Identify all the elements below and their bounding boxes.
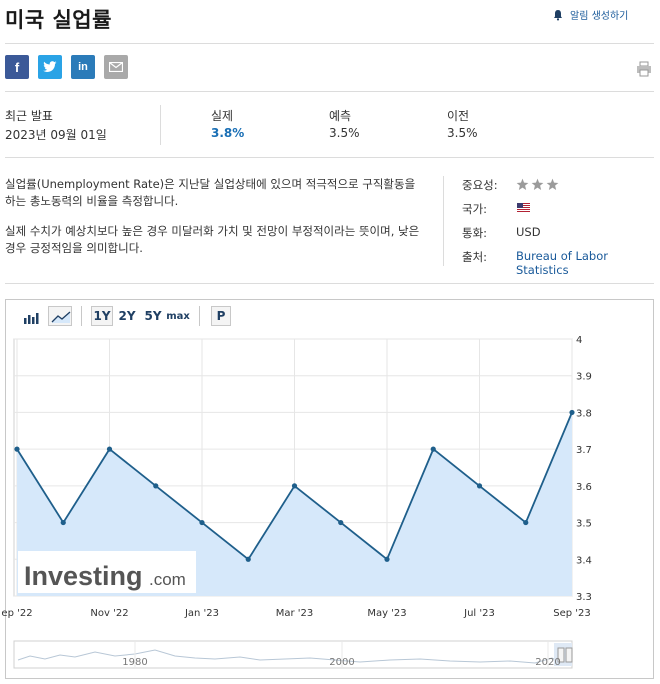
chart-container <box>5 299 654 679</box>
forecast-value: 3.5% <box>329 126 360 140</box>
star-icon <box>516 178 529 190</box>
bar-chart-icon <box>24 313 39 324</box>
latest-release-label: 최근 발표 <box>5 109 53 123</box>
divider <box>5 283 654 284</box>
facebook-share-button[interactable]: f <box>5 55 29 79</box>
divider <box>5 43 654 44</box>
bell-icon <box>554 9 562 20</box>
range-2y-button[interactable]: 2Y <box>117 306 137 326</box>
divider <box>160 105 161 145</box>
actual-value: 3.8% <box>211 126 245 140</box>
divider <box>443 176 444 266</box>
forecast-label: 예측 <box>329 109 352 123</box>
p-button[interactable]: P <box>211 306 231 326</box>
actual-label: 실제 <box>211 109 234 123</box>
previous-value: 3.5% <box>447 126 478 140</box>
area-chart-icon <box>51 311 71 323</box>
email-share-button[interactable] <box>104 55 128 79</box>
facebook-icon: f <box>14 59 20 75</box>
range-5y-button[interactable]: 5Y <box>143 306 163 326</box>
source-link[interactable]: Bureau of Labor Statistics <box>516 249 660 277</box>
star-icon <box>546 178 559 190</box>
latest-release-date: 2023년 09월 01일 <box>5 128 107 142</box>
importance-label: 중요성: <box>462 178 498 192</box>
star-icon <box>531 178 544 190</box>
create-alert-label: 알림 생성하기 <box>570 11 629 22</box>
previous-label: 이전 <box>447 109 470 123</box>
create-alert-button[interactable]: 알림 생성하기 <box>552 7 628 22</box>
range-max-button[interactable]: max <box>166 306 190 326</box>
linkedin-icon: in <box>78 61 88 73</box>
twitter-share-button[interactable] <box>38 55 62 79</box>
print-icon[interactable] <box>636 61 652 77</box>
range-1y-button[interactable]: 1Y <box>91 306 113 326</box>
area-chart-toggle[interactable] <box>48 306 72 326</box>
divider <box>5 157 654 158</box>
bar-chart-toggle[interactable] <box>18 306 42 326</box>
country-label: 국가: <box>462 202 488 216</box>
currency-value: USD <box>516 225 541 239</box>
description-paragraph: 실업률(Unemployment Rate)은 지난달 실업상태에 있으며 적극… <box>5 177 416 208</box>
page-title: 미국 실업률 <box>5 8 112 32</box>
currency-label: 통화: <box>462 226 488 240</box>
envelope-icon <box>109 62 123 72</box>
source-label: 출처: <box>462 250 488 264</box>
toolbar-separator <box>81 306 82 326</box>
divider <box>5 91 654 92</box>
description-paragraph: 실제 수치가 예상치보다 높은 경우 미달러화 가치 및 전망이 부정적이라는 … <box>5 224 420 255</box>
twitter-icon <box>43 61 57 72</box>
us-flag-icon <box>517 203 530 212</box>
linkedin-share-button[interactable]: in <box>71 55 95 79</box>
importance-stars <box>516 178 559 191</box>
toolbar-separator <box>199 306 200 326</box>
